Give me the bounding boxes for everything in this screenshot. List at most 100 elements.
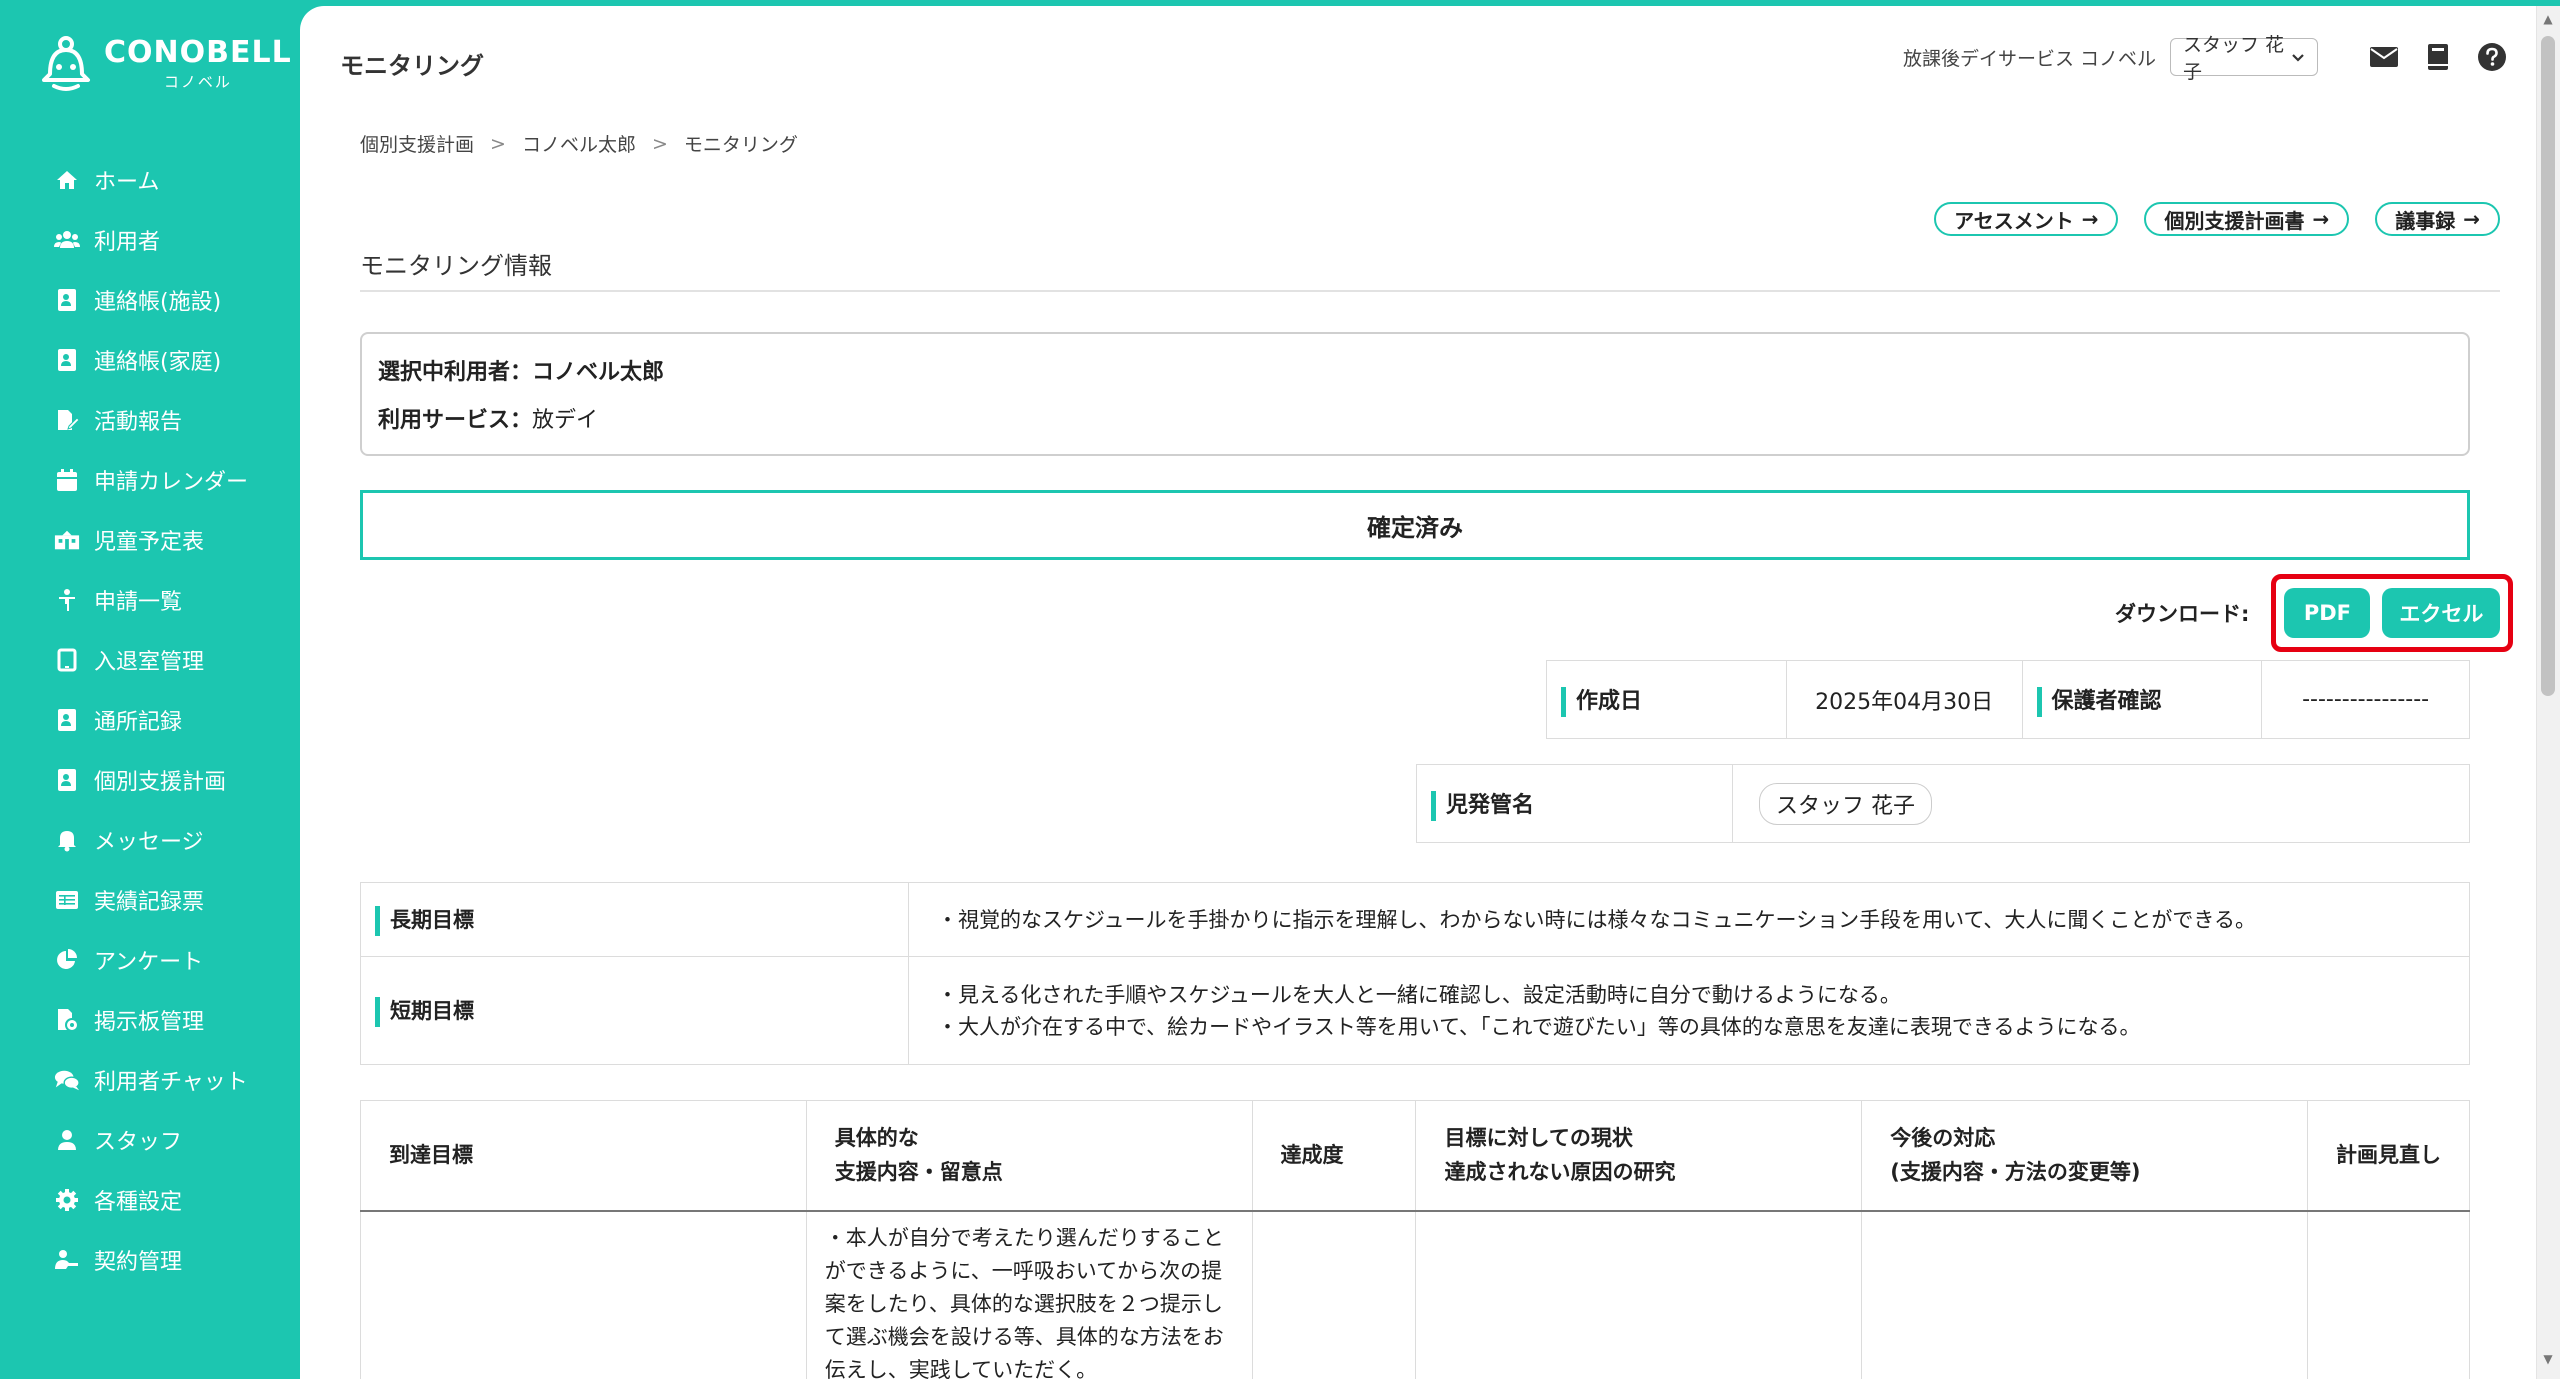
- excel-download-button[interactable]: エクセル: [2382, 588, 2501, 638]
- user-icon: [54, 1127, 80, 1153]
- brand-logo[interactable]: CONOBELL コノベル: [38, 34, 292, 94]
- minutes-link-button[interactable]: 議事録 →: [2375, 202, 2500, 236]
- tablet-icon: [54, 647, 80, 673]
- mail-icon[interactable]: [2368, 41, 2400, 73]
- pdf-download-button[interactable]: PDF: [2284, 588, 2371, 638]
- header-right: 放課後デイサービス コノベル スタッフ 花子: [1903, 34, 2508, 83]
- guardian-check-label: 保護者確認: [2051, 688, 2162, 714]
- long-term-goal-label: 長期目標: [390, 907, 474, 932]
- sidebar-item-label: 各種設定: [94, 1190, 183, 1215]
- manual-book-icon[interactable]: [2422, 41, 2454, 73]
- sidebar-item-request-calendar[interactable]: 申請カレンダー: [0, 450, 300, 510]
- sidebar-nav: ホーム 利用者 連絡帳(施設) 連絡帳(家庭) 活動報告 申請カレンダー 児童予…: [0, 150, 300, 1290]
- sidebar-item-settings[interactable]: 各種設定: [0, 1170, 300, 1230]
- short-term-goal-text: ・見える化された手順やスケジュールを大人と一緒に確認し、設定活動時に自分で動ける…: [908, 956, 2470, 1065]
- accent-bar: [375, 996, 380, 1027]
- accent-bar: [375, 905, 380, 936]
- service-line: 利用サービス：放デイ: [378, 402, 2452, 434]
- sidebar-item-attendance-record[interactable]: 通所記録: [0, 690, 300, 750]
- cell-status: [1415, 1210, 1863, 1379]
- scrollbar-thumb[interactable]: [2541, 36, 2555, 696]
- table-row: ・本人が自分で考えたり選んだりすることができるように、一呼吸おいてから次の提案を…: [360, 1210, 2470, 1379]
- chevron-right-icon: >: [651, 132, 668, 155]
- sidebar-item-messages[interactable]: メッセージ: [0, 810, 300, 870]
- assessment-link-label: アセスメント: [1954, 208, 2074, 233]
- short-term-goal-line-1: ・見える化された手順やスケジュールを大人と一緒に確認し、設定活動時に自分で動ける…: [937, 982, 1901, 1007]
- related-links: アセスメント → 個別支援計画書 → 議事録 →: [1908, 202, 2500, 236]
- created-date-label: 作成日: [1576, 688, 1643, 714]
- sidebar-item-label: 入退室管理: [94, 650, 205, 675]
- chevron-down-icon: [2291, 46, 2305, 68]
- sidebar-item-bulletin-board[interactable]: 掲示板管理: [0, 990, 300, 1050]
- help-icon[interactable]: [2476, 41, 2508, 73]
- manager-header: 児発管名: [1416, 764, 1733, 843]
- long-term-goal-text: ・視覚的なスケジュールを手掛かりに指示を理解し、わからない時には様々なコミュニケ…: [908, 882, 2470, 957]
- col-header-achievement: 達成度: [1251, 1100, 1417, 1212]
- status-banner: 確定済み: [360, 490, 2470, 560]
- accent-bar: [2036, 686, 2042, 717]
- col-header-text: 達成されない原因の研究: [1444, 1160, 1676, 1185]
- breadcrumb-item-current: モニタリング: [683, 134, 798, 156]
- app-frame: CONOBELL コノベル ホーム 利用者 連絡帳(施設) 連絡帳(家庭) 活動…: [0, 0, 2560, 1379]
- breadcrumb-item-user[interactable]: コノベル太郎: [522, 130, 636, 157]
- col-header-review: 計画見直し: [2307, 1100, 2470, 1212]
- goals-table: 長期目標 ・視覚的なスケジュールを手掛かりに指示を理解し、わからない時には様々な…: [360, 882, 2470, 1065]
- sidebar-item-entry-exit[interactable]: 入退室管理: [0, 630, 300, 690]
- cell-support: ・本人が自分で考えたり選んだりすることができるように、一呼吸おいてから次の提案を…: [805, 1210, 1253, 1379]
- manager-value-pill: スタッフ 花子: [1759, 782, 1932, 825]
- calendar-icon: [54, 467, 80, 493]
- sidebar-item-label: メッセージ: [94, 830, 204, 855]
- staff-select[interactable]: スタッフ 花子: [2170, 34, 2318, 83]
- service-value: 放デイ: [532, 408, 599, 433]
- sidebar-item-users[interactable]: 利用者: [0, 210, 300, 270]
- assessment-link-button[interactable]: アセスメント →: [1934, 202, 2119, 236]
- sidebar-item-contract[interactable]: 契約管理: [0, 1230, 300, 1290]
- sidebar-item-label: ホーム: [94, 170, 160, 195]
- sidebar-item-child-schedule[interactable]: 児童予定表: [0, 510, 300, 570]
- sidebar-item-label: 連絡帳(家庭): [94, 350, 222, 375]
- monitoring-plan-table: 到達目標 具体的な 支援内容・留意点 達成度 目標に対しての現状 達成されない原因の…: [360, 1100, 2470, 1379]
- sidebar-item-contact-home[interactable]: 連絡帳(家庭): [0, 330, 300, 390]
- selected-user-value: コノベル太郎: [532, 360, 665, 385]
- col-header-text: (支援内容・方法の変更等): [1890, 1160, 2141, 1185]
- sidebar-item-activity-report[interactable]: 活動報告: [0, 390, 300, 450]
- sidebar-item-label: 実績記録票: [94, 890, 205, 915]
- table-icon: [54, 887, 80, 913]
- manager-label: 児発管名: [1446, 792, 1535, 818]
- report-edit-icon: [54, 407, 80, 433]
- sidebar-item-label: 個別支援計画: [94, 770, 227, 795]
- sidebar-item-user-chat[interactable]: 利用者チャット: [0, 1050, 300, 1110]
- sidebar-item-performance-record[interactable]: 実績記録票: [0, 870, 300, 930]
- sidebar-item-contact-facility[interactable]: 連絡帳(施設): [0, 270, 300, 330]
- main-panel: モニタリング 放課後デイサービス コノベル スタッフ 花子 個別支援計画 > コ…: [300, 6, 2536, 1379]
- scroll-down-arrow-icon[interactable]: ▼: [2540, 1352, 2556, 1366]
- file-settings-icon: [54, 1007, 80, 1033]
- download-label: ダウンロード:: [2115, 602, 2250, 626]
- selected-user-line: 選択中利用者：コノベル太郎: [378, 354, 2452, 386]
- pie-chart-icon: [54, 947, 80, 973]
- sidebar-item-survey[interactable]: アンケート: [0, 930, 300, 990]
- sidebar-item-label: 契約管理: [94, 1250, 183, 1275]
- created-date-value: 2025年04月30日: [1785, 660, 2023, 739]
- guardian-check-header: 保護者確認: [2021, 660, 2263, 739]
- sidebar-item-home[interactable]: ホーム: [0, 150, 300, 210]
- support-plan-link-button[interactable]: 個別支援計画書 →: [2144, 202, 2350, 236]
- breadcrumb-item-support-plan[interactable]: 個別支援計画: [360, 130, 474, 157]
- selected-user-label: 選択中利用者：: [378, 360, 533, 385]
- col-header-text: 支援内容・留意点: [834, 1160, 1003, 1185]
- guardian-check-value: ----------------: [2261, 660, 2470, 739]
- sidebar-item-label: 掲示板管理: [94, 1010, 205, 1035]
- long-term-goal-header: 長期目標: [360, 882, 909, 957]
- arrow-right-icon: →: [2312, 207, 2330, 231]
- sidebar-item-label: 児童予定表: [94, 530, 205, 555]
- sidebar-item-support-plan[interactable]: 個別支援計画: [0, 750, 300, 810]
- sidebar-item-request-list[interactable]: 申請一覧: [0, 570, 300, 630]
- staff-select-value: スタッフ 花子: [2183, 34, 2285, 83]
- minutes-link-label: 議事録: [2395, 208, 2456, 233]
- page-title: モニタリング: [340, 52, 484, 80]
- scroll-up-arrow-icon[interactable]: ▲: [2540, 12, 2556, 26]
- brand-sub: コノベル: [163, 72, 232, 91]
- sidebar-item-staff[interactable]: スタッフ: [0, 1110, 300, 1170]
- col-header-text: 目標に対しての現状: [1444, 1126, 1633, 1151]
- col-header-text: 今後の対応: [1890, 1126, 1996, 1151]
